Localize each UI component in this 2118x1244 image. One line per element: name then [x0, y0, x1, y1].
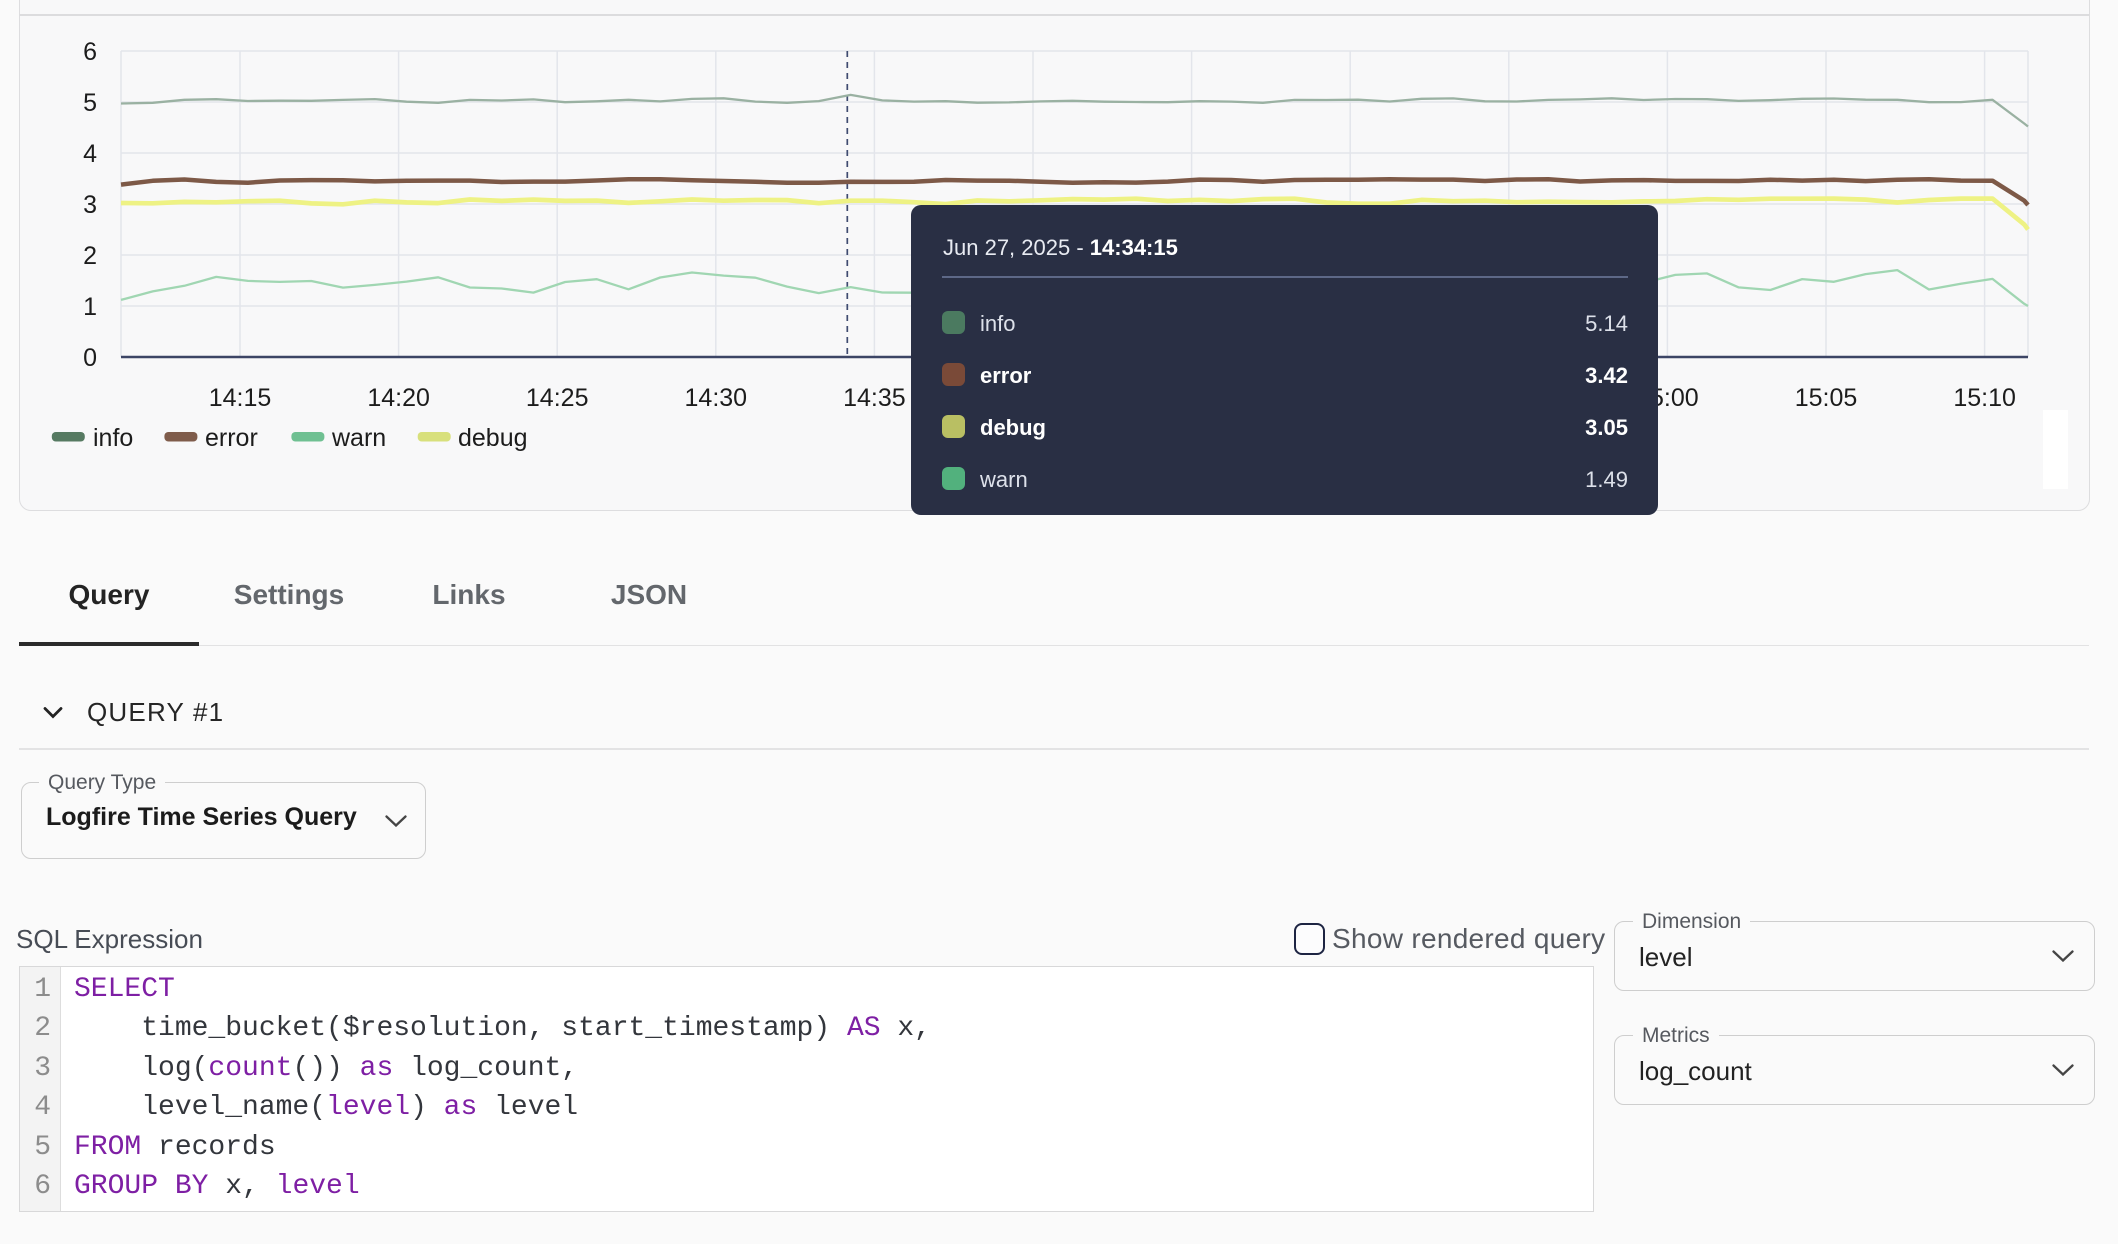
svg-text:6: 6 [83, 38, 97, 66]
svg-text:14:25: 14:25 [526, 384, 589, 412]
svg-text:warn: warn [331, 424, 386, 452]
svg-text:1: 1 [83, 293, 97, 321]
svg-text:5: 5 [83, 89, 97, 117]
svg-text:15:05: 15:05 [1795, 384, 1858, 412]
svg-text:debug: debug [458, 424, 528, 452]
svg-text:info: info [93, 424, 133, 452]
svg-text:14:30: 14:30 [685, 384, 748, 412]
svg-text:15:10: 15:10 [1953, 384, 2016, 412]
svg-text:14:20: 14:20 [367, 384, 430, 412]
svg-text:0: 0 [83, 344, 97, 372]
svg-text:3: 3 [83, 191, 97, 219]
svg-text:2: 2 [83, 242, 97, 270]
svg-text:14:15: 14:15 [209, 384, 272, 412]
svg-text:error: error [205, 424, 258, 452]
svg-text:14:35: 14:35 [843, 384, 906, 412]
svg-text:4: 4 [83, 140, 97, 168]
